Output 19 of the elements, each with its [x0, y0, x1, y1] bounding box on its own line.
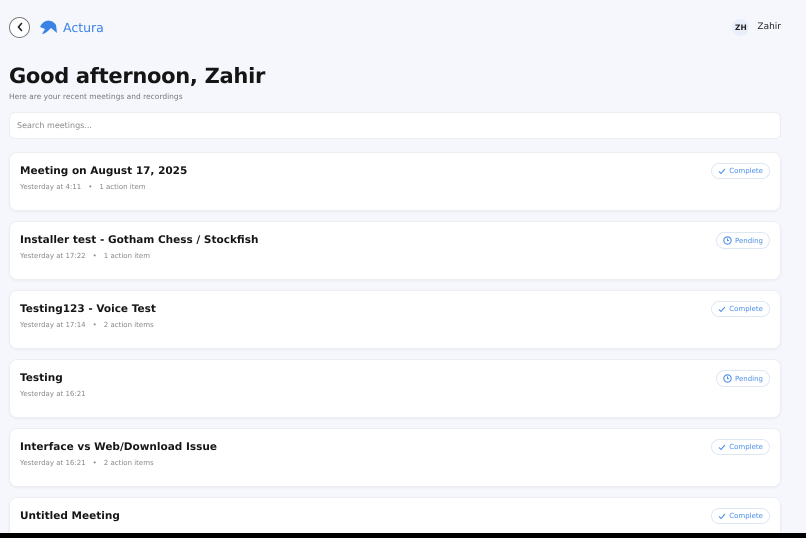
check-icon	[718, 512, 726, 520]
search-field[interactable]: Search meetings...	[9, 112, 781, 139]
check-icon	[718, 444, 726, 450]
clock-icon	[723, 236, 732, 245]
meeting-title: Testing	[20, 372, 64, 384]
meeting-title: Installer test - Gotham Chess / Stockfish	[20, 234, 258, 246]
user-name: Zahir	[757, 22, 781, 32]
brand-name: Actura	[63, 20, 104, 34]
meeting-title: Meeting on August 17, 2025	[20, 165, 188, 177]
greeting-heading: Good afternoon, Zahir	[9, 64, 266, 88]
logo-icon	[39, 18, 58, 36]
meeting-title: Interface vs Web/Download Issue	[20, 441, 217, 453]
meeting-title: Untitled Meeting	[20, 510, 120, 522]
chevron-left-icon	[16, 22, 24, 32]
clock-icon	[723, 374, 732, 383]
check-icon	[718, 168, 726, 174]
back-button[interactable]	[9, 16, 30, 38]
check-icon	[718, 306, 726, 312]
meeting-title: Testing123 - Voice Test	[20, 303, 156, 315]
